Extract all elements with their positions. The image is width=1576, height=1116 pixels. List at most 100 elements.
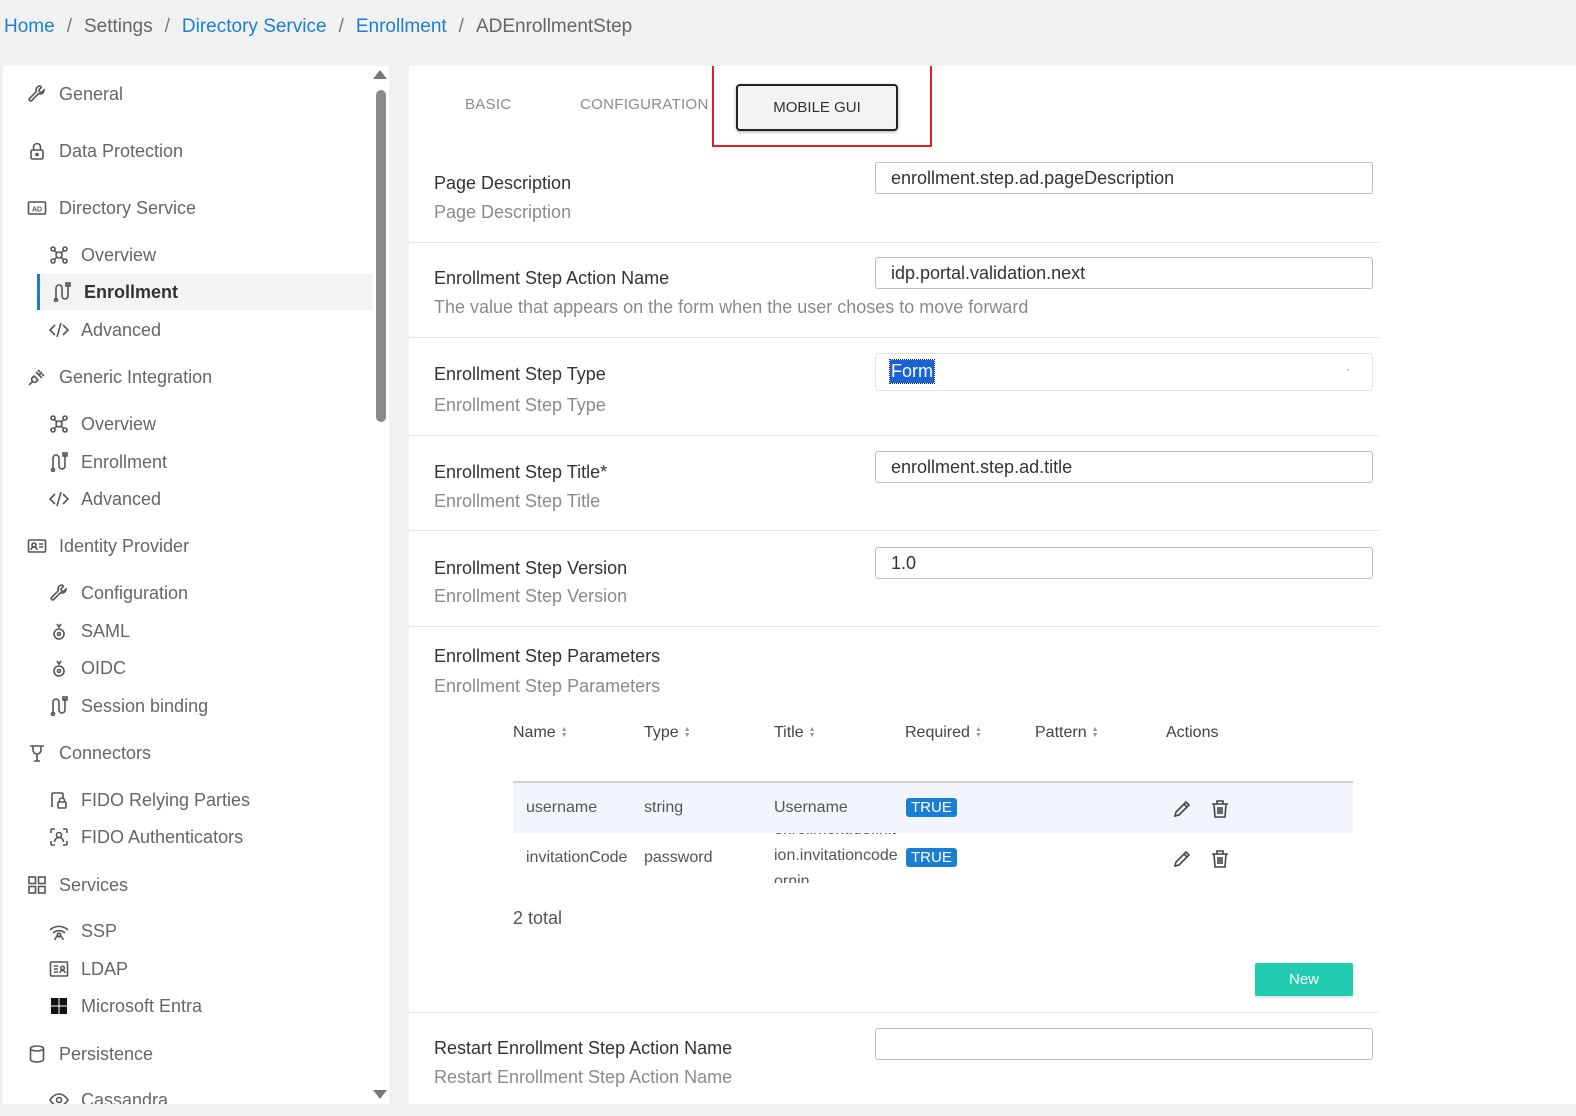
sidebar-item-label: Enrollment <box>81 451 168 472</box>
sidebar-item-idp-oidc[interactable]: OIDC <box>47 656 126 680</box>
breadcrumb-settings: Settings <box>83 16 153 37</box>
cell-name: username <box>526 799 598 816</box>
action-name-input[interactable] <box>875 257 1373 289</box>
sidebar-item-idp-session-binding[interactable]: Session binding <box>47 694 208 718</box>
sidebar-item-label: SAML <box>81 620 131 641</box>
plug-icon <box>25 365 49 389</box>
sort-icon: ▲ ▼ <box>974 726 982 739</box>
step-title-desc: Enrollment Step Title <box>434 491 601 511</box>
sidebar-item-label: Session binding <box>81 695 209 716</box>
sidebar-item-services[interactable]: Services <box>25 873 128 897</box>
column-header-type[interactable]: Type ▲ ▼ <box>644 724 691 742</box>
edit-icon[interactable] <box>1171 848 1193 870</box>
breadcrumb-separator: / <box>458 16 464 37</box>
step-type-selected-value: Form <box>889 359 935 384</box>
face-scan-icon <box>47 825 71 849</box>
sidebar-item-label: Generic Integration <box>59 366 213 387</box>
breadcrumb-home[interactable]: Home <box>4 16 55 38</box>
sidebar-item-label: Identity Provider <box>59 535 190 556</box>
sidebar-item-label: Connectors <box>59 742 152 763</box>
step-type-title: Enrollment Step Type <box>434 364 606 384</box>
page-description-desc: Page Description <box>434 202 572 222</box>
wrench-icon <box>25 82 49 106</box>
column-header-title[interactable]: Title ▲ ▼ <box>774 724 816 742</box>
trash-icon[interactable] <box>1209 798 1231 820</box>
trash-icon[interactable] <box>1209 848 1231 870</box>
sidebar-item-directory-service[interactable]: AD Directory Service <box>25 196 196 220</box>
database-icon <box>25 1042 49 1066</box>
divider <box>409 337 1379 338</box>
breadcrumb-directory-service[interactable]: Directory Service <box>182 16 327 38</box>
step-parameters-title: Enrollment Step Parameters <box>434 646 661 666</box>
sort-icon: ▲ ▼ <box>560 726 568 739</box>
sidebar-item-cassandra[interactable]: Cassandra <box>47 1088 168 1104</box>
sidebar-item-ssp[interactable]: SSP <box>47 919 117 943</box>
breadcrumb-separator: / <box>164 16 170 37</box>
sort-icon: ▲ ▼ <box>683 726 691 739</box>
edit-icon[interactable] <box>1171 798 1193 820</box>
sidebar-item-fido-authenticators[interactable]: FIDO Authenticators <box>47 825 243 849</box>
action-name-desc: The value that appears on the form when … <box>434 297 1029 317</box>
column-header-label: Name <box>513 724 556 741</box>
sidebar-item-connectors[interactable]: Connectors <box>25 741 151 765</box>
sidebar-item-gi-advanced[interactable]: Advanced <box>47 487 161 511</box>
breadcrumb-separator: / <box>66 16 72 37</box>
column-header-label: Type <box>644 724 679 741</box>
step-version-input[interactable] <box>875 547 1373 579</box>
sort-icon: ▲ ▼ <box>808 726 816 739</box>
divider <box>409 242 1379 243</box>
overview-icon <box>47 412 71 436</box>
sidebar-item-label: Cassandra <box>81 1089 169 1105</box>
sidebar-item-ds-enrollment[interactable]: Enrollment <box>37 274 373 310</box>
tab-configuration[interactable]: CONFIGURATION <box>580 96 709 113</box>
new-parameter-button[interactable]: New <box>1255 963 1353 996</box>
scroll-down-arrow-icon[interactable] <box>373 1090 387 1099</box>
sidebar-item-fido-relying-parties[interactable]: FIDO Relying Parties <box>47 788 250 812</box>
connector-icon <box>25 741 49 765</box>
sidebar-item-ds-advanced[interactable]: Advanced <box>47 318 161 342</box>
step-title-title: Enrollment Step Title* <box>434 462 608 482</box>
scroll-up-arrow-icon[interactable] <box>373 70 387 79</box>
page-description-input[interactable] <box>875 162 1373 194</box>
column-header-label: Title <box>774 724 804 741</box>
restart-action-input[interactable] <box>875 1028 1373 1060</box>
sidebar-item-label: General <box>59 83 124 104</box>
sidebar-item-data-protection[interactable]: Data Protection <box>25 139 183 163</box>
column-header-name[interactable]: Name ▲ ▼ <box>513 724 568 742</box>
sidebar-item-gi-overview[interactable]: Overview <box>47 412 156 436</box>
sidebar-item-label: Directory Service <box>59 197 197 218</box>
cell-title-line: ion.invitationcode <box>774 847 898 864</box>
column-header-pattern[interactable]: Pattern ▲ ▼ <box>1035 724 1099 742</box>
sidebar-item-idp-configuration[interactable]: Configuration <box>47 581 188 605</box>
annotation-highlight-box <box>712 66 932 147</box>
sidebar-item-identity-provider[interactable]: Identity Provider <box>25 534 189 558</box>
cell-title: enrollment.definit ion.invitationcode or… <box>774 833 914 883</box>
breadcrumb-enrollment[interactable]: Enrollment <box>356 16 447 38</box>
sidebar-item-gi-enrollment[interactable]: Enrollment <box>47 450 167 474</box>
sidebar-scroll-thumb[interactable] <box>376 90 386 422</box>
sidebar-item-microsoft-entra[interactable]: Microsoft Entra <box>47 994 202 1018</box>
tab-basic[interactable]: BASIC <box>465 96 512 113</box>
sidebar-item-label: Data Protection <box>59 140 184 161</box>
cell-type: string <box>644 799 684 816</box>
sidebar-item-general[interactable]: General <box>25 82 123 106</box>
sidebar-item-ldap[interactable]: LDAP <box>47 957 128 981</box>
sidebar-item-persistence[interactable]: Persistence <box>25 1042 153 1066</box>
cell-title-text: enrollment.definit ion.invitationcode or… <box>774 833 914 883</box>
sidebar-item-idp-saml[interactable]: SAML <box>47 619 130 643</box>
step-type-select[interactable]: Form · <box>875 353 1373 391</box>
step-title-input[interactable] <box>875 451 1373 483</box>
sidebar-item-label: Overview <box>81 413 157 434</box>
table-total: 2 total <box>513 908 563 928</box>
sidebar-item-label: Microsoft Entra <box>81 995 203 1016</box>
sidebar-item-label: Persistence <box>59 1043 154 1064</box>
sidebar-item-generic-integration[interactable]: Generic Integration <box>25 365 212 389</box>
sidebar-item-label: Advanced <box>81 488 162 509</box>
sidebar-item-label: Configuration <box>81 582 189 603</box>
sidebar-item-label: Overview <box>81 244 157 265</box>
main-panel: BASIC CONFIGURATION MOBILE GUI Page Desc… <box>409 66 1576 1104</box>
column-header-required[interactable]: Required ▲ ▼ <box>905 724 982 742</box>
divider <box>409 1012 1379 1013</box>
required-badge: TRUE <box>906 798 957 817</box>
sidebar-item-ds-overview[interactable]: Overview <box>47 243 156 267</box>
